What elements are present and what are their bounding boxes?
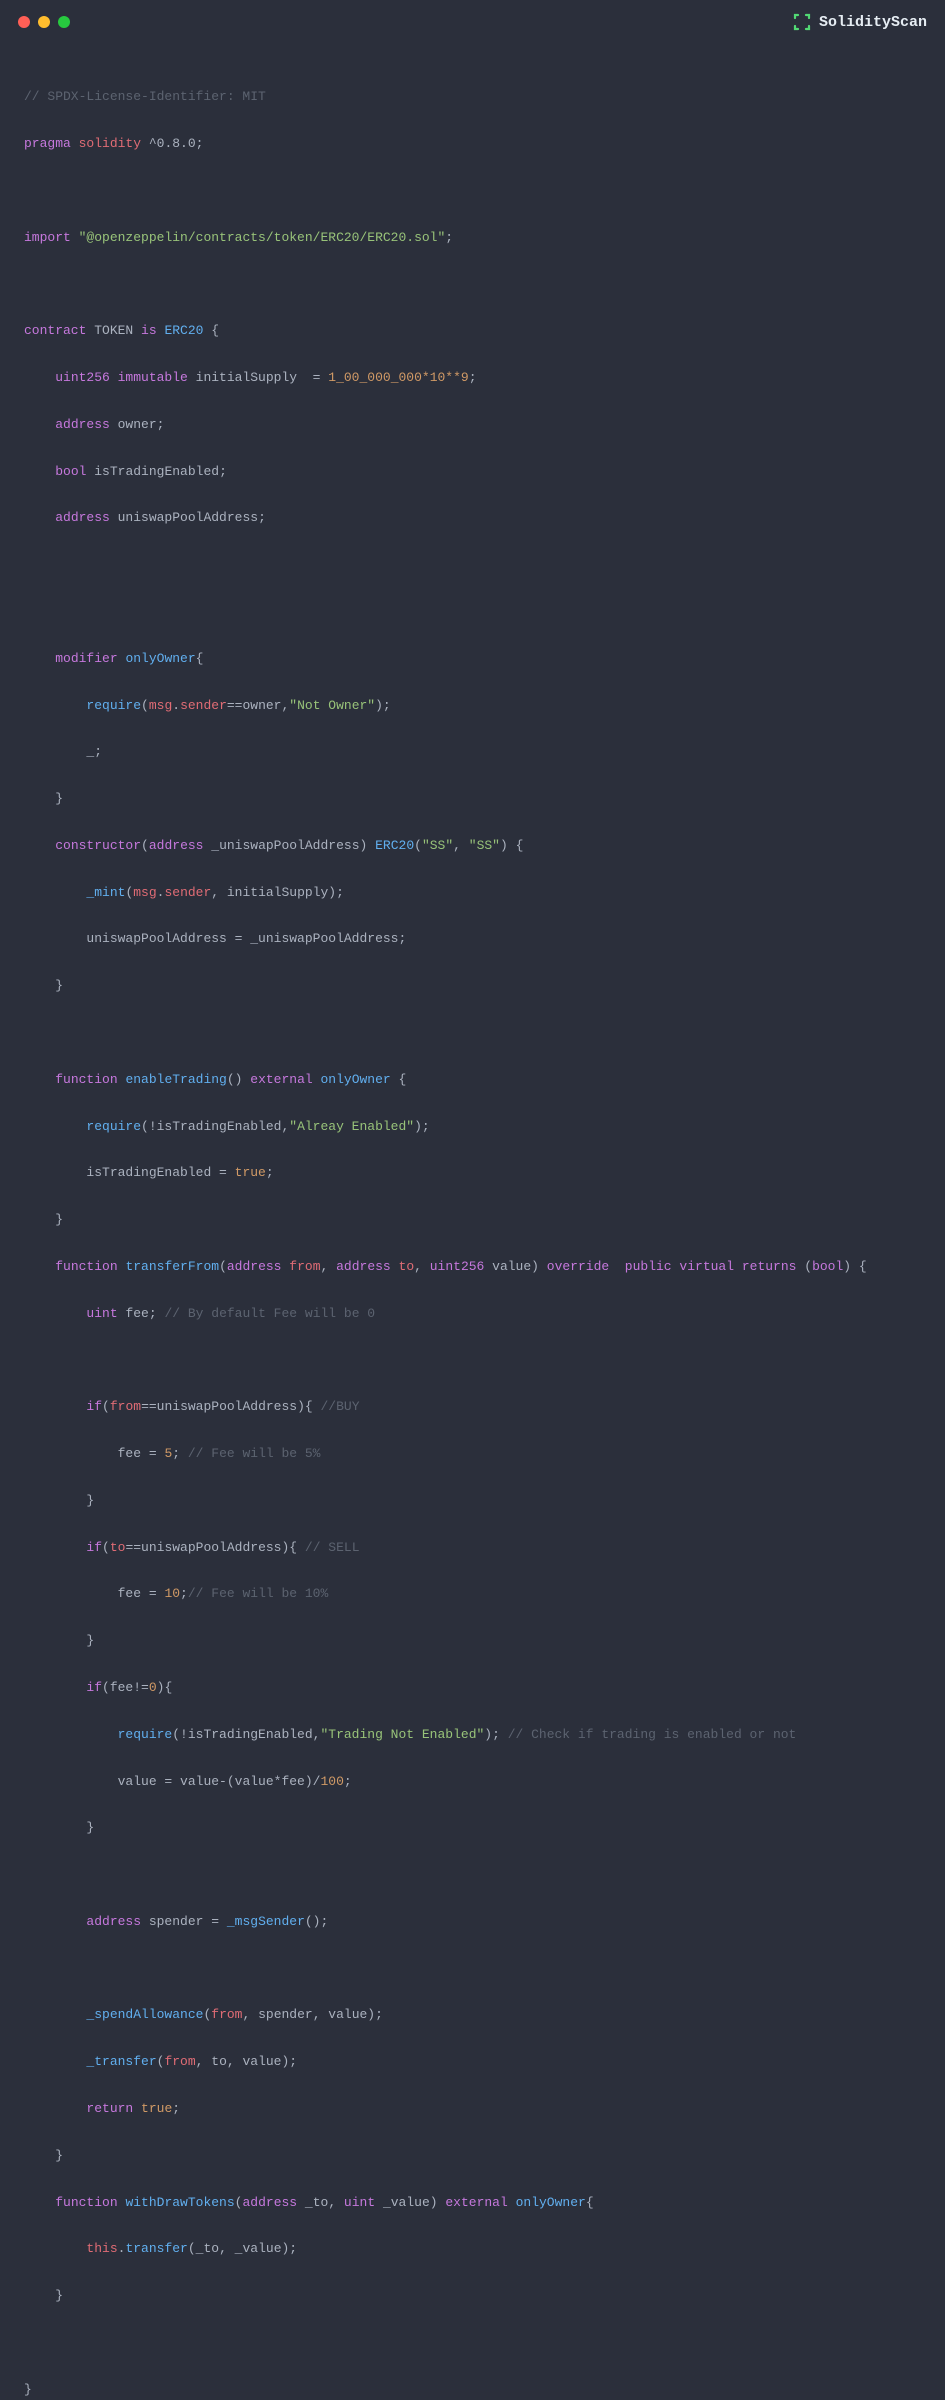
code-line: return true; — [24, 2097, 921, 2120]
code-line: } — [24, 1489, 921, 1512]
code-line: } — [24, 2284, 921, 2307]
maximize-icon[interactable] — [58, 16, 70, 28]
brand-name: SolidityScan — [819, 9, 927, 36]
code-line: require(!isTradingEnabled,"Trading Not E… — [24, 1723, 921, 1746]
code-line — [24, 2331, 921, 2354]
code-line: address spender = _msgSender(); — [24, 1910, 921, 1933]
traffic-lights — [18, 16, 70, 28]
code-line: } — [24, 2144, 921, 2167]
code-line — [24, 553, 921, 576]
code-line: if(to==uniswapPoolAddress){ // SELL — [24, 1536, 921, 1559]
code-line: fee = 5; // Fee will be 5% — [24, 1442, 921, 1465]
code-line: _; — [24, 740, 921, 763]
code-line: contract TOKEN is ERC20 { — [24, 319, 921, 342]
code-line: require(!isTradingEnabled,"Alreay Enable… — [24, 1115, 921, 1138]
code-line: if(from==uniswapPoolAddress){ //BUY — [24, 1395, 921, 1418]
code-line: pragma solidity ^0.8.0; — [24, 132, 921, 155]
code-line — [24, 1021, 921, 1044]
code-line: // SPDX-License-Identifier: MIT — [24, 85, 921, 108]
code-line: } — [24, 2378, 921, 2400]
brand-icon — [793, 13, 811, 31]
code-line — [24, 179, 921, 202]
code-line: _mint(msg.sender, initialSupply); — [24, 881, 921, 904]
code-line: function enableTrading() external onlyOw… — [24, 1068, 921, 1091]
code-line: isTradingEnabled = true; — [24, 1161, 921, 1184]
brand: SolidityScan — [793, 9, 927, 36]
code-line: uint256 immutable initialSupply = 1_00_0… — [24, 366, 921, 389]
code-line: uniswapPoolAddress = _uniswapPoolAddress… — [24, 927, 921, 950]
code-line: function withDrawTokens(address _to, uin… — [24, 2191, 921, 2214]
code-line: if(fee!=0){ — [24, 1676, 921, 1699]
code-line: this.transfer(_to, _value); — [24, 2237, 921, 2260]
code-line: } — [24, 787, 921, 810]
code-area[interactable]: // SPDX-License-Identifier: MIT pragma s… — [0, 44, 945, 2400]
code-line: fee = 10;// Fee will be 10% — [24, 1582, 921, 1605]
minimize-icon[interactable] — [38, 16, 50, 28]
code-line: } — [24, 974, 921, 997]
code-line — [24, 1957, 921, 1980]
code-line: import "@openzeppelin/contracts/token/ER… — [24, 226, 921, 249]
code-line: function transferFrom(address from, addr… — [24, 1255, 921, 1278]
code-line: require(msg.sender==owner,"Not Owner"); — [24, 694, 921, 717]
code-line: _transfer(from, to, value); — [24, 2050, 921, 2073]
code-line: uint fee; // By default Fee will be 0 — [24, 1302, 921, 1325]
code-line — [24, 600, 921, 623]
titlebar: SolidityScan — [0, 0, 945, 44]
code-line: _spendAllowance(from, spender, value); — [24, 2003, 921, 2026]
code-line: bool isTradingEnabled; — [24, 460, 921, 483]
code-line: value = value-(value*fee)/100; — [24, 1770, 921, 1793]
code-line — [24, 1863, 921, 1886]
code-line — [24, 273, 921, 296]
code-line: address uniswapPoolAddress; — [24, 506, 921, 529]
code-line: address owner; — [24, 413, 921, 436]
code-line: constructor(address _uniswapPoolAddress)… — [24, 834, 921, 857]
code-line: modifier onlyOwner{ — [24, 647, 921, 670]
code-line: } — [24, 1816, 921, 1839]
code-line: } — [24, 1208, 921, 1231]
code-line: } — [24, 1629, 921, 1652]
close-icon[interactable] — [18, 16, 30, 28]
code-line — [24, 1348, 921, 1371]
